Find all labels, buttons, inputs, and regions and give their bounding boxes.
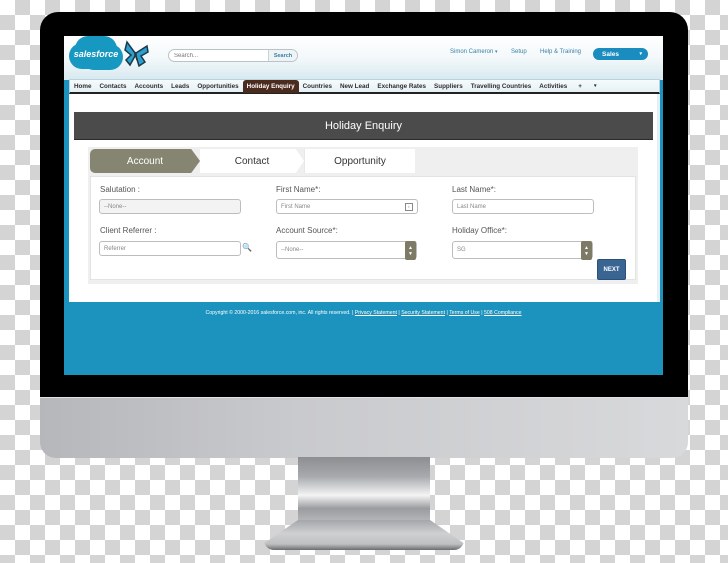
step-contact[interactable]: Contact <box>200 149 304 173</box>
butterfly-icon <box>124 40 149 68</box>
step-account[interactable]: Account <box>90 149 200 173</box>
holiday-office-select[interactable]: SG ▲ ▼ <box>452 241 593 260</box>
app-header: salesforce Search Simon Cameron ▾ Setup … <box>64 36 663 80</box>
last-name-label: Last Name*: <box>452 185 497 194</box>
main-panel: Holiday Enquiry Account Contact Opportun… <box>69 94 660 302</box>
holiday-office-value: SG <box>457 247 466 253</box>
tab-activities[interactable]: Activities <box>535 80 571 93</box>
monitor-bezel-bottom <box>40 375 688 398</box>
lookup-search-icon[interactable]: 🔍 <box>242 243 252 252</box>
user-menu-caret-icon: ▾ <box>495 49 498 55</box>
select-spinner-icon[interactable]: ▲ ▼ <box>405 241 416 260</box>
monitor-stand-neck <box>298 457 430 523</box>
logo-text: salesforce <box>73 49 119 59</box>
select-spinner-icon[interactable]: ▲ ▼ <box>581 241 592 260</box>
tab-opportunities[interactable]: Opportunities <box>193 80 242 93</box>
tab-exchange-rates[interactable]: Exchange Rates <box>373 80 430 93</box>
client-referrer-label: Client Referrer : <box>100 226 157 235</box>
wizard-steps: Account Contact Opportunity <box>90 149 415 173</box>
tab-travelling-countries[interactable]: Travelling Countries <box>467 80 536 93</box>
footer: Copyright © 2000-2016 salesforce.com, in… <box>64 310 663 316</box>
more-tabs-chevron-icon[interactable]: ▾ <box>589 80 602 93</box>
footer-separator: | <box>446 310 448 316</box>
tab-bar: Home Contacts Accounts Leads Opportuniti… <box>69 79 660 94</box>
tab-accounts[interactable]: Accounts <box>130 80 167 93</box>
help-training-link[interactable]: Help & Training <box>540 49 581 55</box>
contact-card-icon[interactable]: i <box>405 203 413 211</box>
chevron-down-icon: ▾ <box>639 51 642 57</box>
global-search: Search <box>168 49 298 62</box>
tab-countries[interactable]: Countries <box>299 80 336 93</box>
tab-holiday-enquiry[interactable]: Holiday Enquiry <box>242 79 299 93</box>
first-name-placeholder: First Name <box>281 203 311 210</box>
copyright-text: Copyright © 2000-2016 salesforce.com, in… <box>205 310 354 316</box>
first-name-label: First Name*: <box>276 185 321 194</box>
last-name-field[interactable]: Last Name <box>452 199 594 214</box>
tab-new-lead[interactable]: New Lead <box>336 80 373 93</box>
wizard: Account Contact Opportunity Salutation :… <box>88 147 638 284</box>
salesforce-logo[interactable]: salesforce <box>73 39 119 69</box>
search-input[interactable] <box>169 50 268 61</box>
tab-leads[interactable]: Leads <box>167 80 193 93</box>
monitor-chin <box>40 397 688 458</box>
508-compliance-link[interactable]: 508 Compliance <box>484 310 522 316</box>
tab-home[interactable]: Home <box>70 80 96 93</box>
salutation-label: Salutation : <box>100 185 141 194</box>
user-menu[interactable]: Simon Cameron ▾ <box>450 49 498 55</box>
account-source-select[interactable]: --None-- ▲ ▼ <box>276 241 417 260</box>
screen: salesforce Search Simon Cameron ▾ Setup … <box>64 36 663 375</box>
app-selector-value: Sales <box>602 50 619 58</box>
search-button[interactable]: Search <box>268 50 297 61</box>
security-statement-link[interactable]: Security Statement <box>401 310 445 316</box>
salutation-select[interactable]: --None-- <box>99 199 241 214</box>
app-selector[interactable]: Sales ▾ <box>593 48 648 60</box>
account-form: Salutation : --None-- First Name*: First… <box>90 176 636 280</box>
next-button[interactable]: NEXT <box>597 259 626 280</box>
terms-of-use-link[interactable]: Terms of Use <box>449 310 480 316</box>
client-referrer-field[interactable]: Referrer <box>99 241 241 256</box>
footer-separator: | <box>398 310 400 316</box>
setup-link[interactable]: Setup <box>511 49 527 55</box>
account-source-label: Account Source*: <box>276 226 338 235</box>
page-title: Holiday Enquiry <box>74 112 653 140</box>
privacy-statement-link[interactable]: Privacy Statement <box>355 310 397 316</box>
holiday-office-label: Holiday Office*: <box>452 226 507 235</box>
user-name: Simon Cameron <box>450 49 494 55</box>
footer-separator: | <box>481 310 483 316</box>
add-tab-icon[interactable]: + <box>571 80 589 93</box>
first-name-field[interactable]: First Name i <box>276 199 418 214</box>
account-source-value: --None-- <box>281 247 304 253</box>
step-opportunity[interactable]: Opportunity <box>304 149 415 173</box>
monitor-stand-base <box>264 520 464 550</box>
tab-suppliers[interactable]: Suppliers <box>430 80 467 93</box>
tab-contacts[interactable]: Contacts <box>96 80 131 93</box>
